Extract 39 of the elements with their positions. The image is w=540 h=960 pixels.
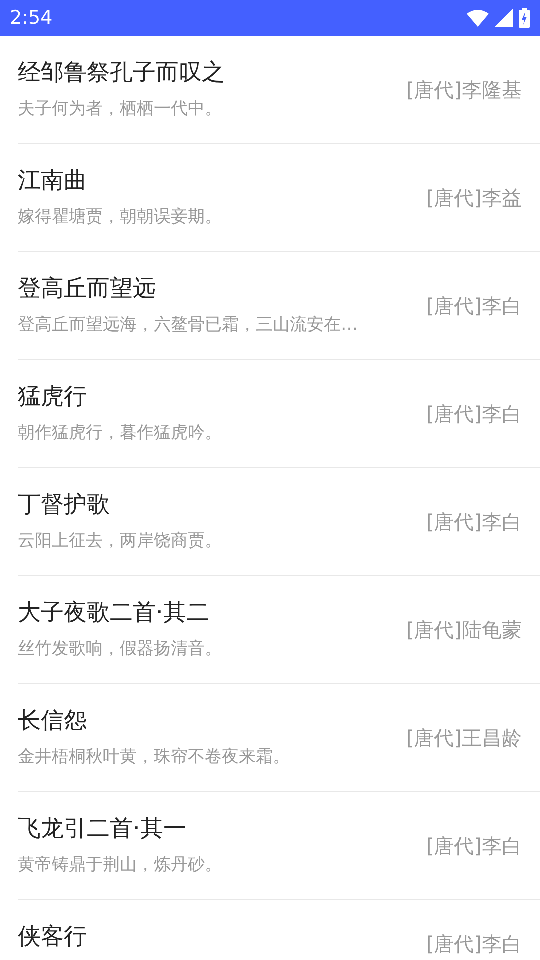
poem-author: [唐代]李隆基 bbox=[406, 76, 522, 104]
poem-list-item[interactable]: 飞龙引二首·其一 黄帝铸鼎于荆山，炼丹砂。 [唐代]李白 bbox=[18, 792, 540, 900]
poem-title: 猛虎行 bbox=[18, 383, 88, 412]
poem-list-item[interactable]: 侠客行 [唐代]李白 bbox=[18, 900, 540, 960]
battery-icon bbox=[519, 8, 530, 28]
poem-excerpt: 朝作猛虎行，暮作猛虎吟。 bbox=[18, 422, 222, 444]
poem-list-item[interactable]: 大子夜歌二首·其二 丝竹发歌响，假器扬清音。 [唐代]陆龟蒙 bbox=[18, 576, 540, 684]
poem-title: 丁督护歌 bbox=[18, 491, 111, 520]
poem-list-item[interactable]: 经邹鲁祭孔子而叹之 夫子何为者，栖栖一代中。 [唐代]李隆基 bbox=[18, 36, 540, 144]
poem-title: 飞龙引二首·其一 bbox=[18, 815, 188, 844]
poem-title: 长信怨 bbox=[18, 707, 88, 736]
status-time: 2:54 bbox=[10, 6, 53, 31]
poem-title: 侠客行 bbox=[18, 923, 87, 952]
poem-title: 大子夜歌二首·其二 bbox=[18, 599, 210, 628]
poem-excerpt: 夫子何为者，栖栖一代中。 bbox=[18, 98, 223, 120]
poem-excerpt: 丝竹发歌响，假器扬清音。 bbox=[18, 638, 222, 660]
poem-list-item[interactable]: 登高丘而望远 登高丘而望远海，六鳌骨已霜，三山流安在… [唐代]李白 bbox=[18, 252, 540, 360]
wifi-icon bbox=[467, 9, 489, 27]
poem-title: 江南曲 bbox=[18, 167, 88, 196]
poem-excerpt: 金井梧桐秋叶黄，珠帘不卷夜来霜。 bbox=[18, 746, 290, 768]
poem-author: [唐代]李益 bbox=[426, 184, 522, 212]
poem-title: 经邹鲁祭孔子而叹之 bbox=[18, 59, 225, 88]
poem-author: [唐代]李白 bbox=[426, 832, 522, 860]
poem-author: [唐代]陆龟蒙 bbox=[406, 616, 522, 644]
poem-excerpt: 登高丘而望远海，六鳌骨已霜，三山流安在… bbox=[18, 314, 358, 336]
poem-list-item[interactable]: 猛虎行 朝作猛虎行，暮作猛虎吟。 [唐代]李白 bbox=[18, 360, 540, 468]
poem-author: [唐代]李白 bbox=[426, 292, 522, 320]
poem-author: [唐代]李白 bbox=[426, 400, 522, 428]
poem-excerpt: 云阳上征去，两岸饶商贾。 bbox=[18, 530, 222, 552]
poem-list-item[interactable]: 丁督护歌 云阳上征去，两岸饶商贾。 [唐代]李白 bbox=[18, 468, 540, 576]
poem-title: 登高丘而望远 bbox=[18, 275, 157, 304]
poem-author: [唐代]李白 bbox=[426, 508, 522, 536]
poem-list-item[interactable]: 江南曲 嫁得瞿塘贾，朝朝误妾期。 [唐代]李益 bbox=[18, 144, 540, 252]
poem-list-item[interactable]: 长信怨 金井梧桐秋叶黄，珠帘不卷夜来霜。 [唐代]王昌龄 bbox=[18, 684, 540, 792]
poem-excerpt: 嫁得瞿塘贾，朝朝误妾期。 bbox=[18, 206, 222, 228]
poem-excerpt: 黄帝铸鼎于荆山，炼丹砂。 bbox=[18, 854, 222, 876]
poem-author: [唐代]李白 bbox=[426, 932, 522, 956]
signal-icon bbox=[495, 9, 513, 27]
poem-author: [唐代]王昌龄 bbox=[406, 724, 522, 752]
